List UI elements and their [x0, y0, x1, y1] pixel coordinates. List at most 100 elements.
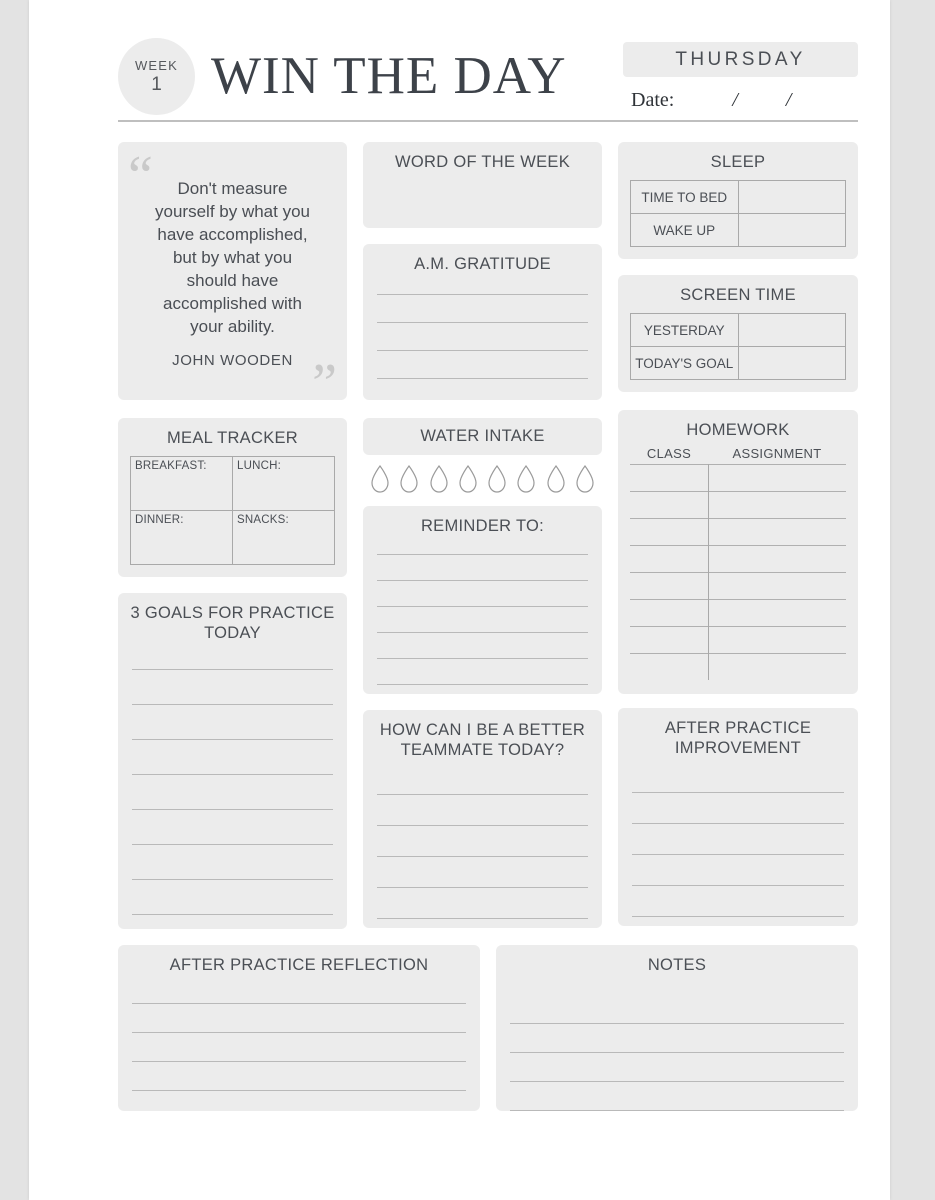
after-practice-reflection-title: AFTER PRACTICE REFLECTION [169, 956, 429, 974]
write-line[interactable] [632, 885, 844, 886]
write-line[interactable] [632, 792, 844, 793]
goals-lines[interactable] [130, 669, 335, 915]
water-intake-title: WATER INTAKE [420, 427, 545, 445]
write-line[interactable] [377, 350, 588, 351]
meal-cell-lunch[interactable]: LUNCH: [232, 456, 335, 511]
week-label: WEEK [134, 57, 179, 73]
write-line[interactable] [132, 809, 333, 810]
write-line[interactable] [377, 887, 588, 888]
screen-time-table: YESTERDAY TODAY'S GOAL [630, 313, 846, 380]
homework-column-divider [708, 464, 709, 680]
goals-card: 3 GOALS FOR PRACTICE TODAY [118, 593, 347, 929]
table-row: WAKE UP [630, 213, 846, 247]
write-line[interactable] [132, 669, 333, 670]
write-line[interactable] [377, 856, 588, 857]
screen-time-row-label: TODAY'S GOAL [630, 346, 739, 380]
screen-time-row-value[interactable] [737, 313, 846, 347]
screenshot-viewport: WEEK 1 WIN THE DAY THURSDAY Date: / / “ [0, 0, 935, 1200]
word-of-the-week-card[interactable]: WORD OF THE WEEK [363, 142, 602, 228]
table-row: TIME TO BED [630, 180, 846, 214]
date-field-row: Date: / / [623, 85, 858, 115]
table-row[interactable] [630, 491, 846, 518]
water-droplet-icon[interactable] [515, 464, 537, 494]
goals-title: 3 GOALS FOR PRACTICE TODAY [130, 604, 335, 642]
water-droplet-icon[interactable] [486, 464, 508, 494]
write-line[interactable] [132, 1032, 466, 1033]
notes-lines[interactable] [508, 1023, 846, 1111]
write-line[interactable] [132, 879, 333, 880]
planner-page: WEEK 1 WIN THE DAY THURSDAY Date: / / “ [29, 0, 890, 1200]
write-line[interactable] [510, 1110, 844, 1111]
sleep-row-value[interactable] [737, 180, 846, 214]
write-line[interactable] [377, 554, 588, 555]
water-droplet-icon[interactable] [398, 464, 420, 494]
table-row: TODAY'S GOAL [630, 346, 846, 380]
screen-time-row-value[interactable] [737, 346, 846, 380]
water-droplet-icon[interactable] [428, 464, 450, 494]
table-row[interactable] [630, 572, 846, 599]
write-line[interactable] [132, 1003, 466, 1004]
write-line[interactable] [132, 914, 333, 915]
reminder-to-lines[interactable] [375, 554, 590, 685]
column-right: SLEEP TIME TO BED WAKE UP SCREEN TIME YE… [618, 142, 858, 929]
quote-card: “ ” Don't measure yourself by what you h… [118, 142, 347, 412]
homework-table: CLASS ASSIGNMENT [630, 446, 846, 680]
write-line[interactable] [132, 774, 333, 775]
page-header: WEEK 1 WIN THE DAY THURSDAY Date: / / [118, 30, 858, 122]
write-line[interactable] [632, 916, 844, 917]
sleep-row-label: WAKE UP [630, 213, 739, 247]
table-row[interactable] [630, 518, 846, 545]
write-line[interactable] [632, 854, 844, 855]
planner-grid: “ ” Don't measure yourself by what you h… [118, 142, 858, 929]
homework-rows [630, 464, 846, 680]
write-line[interactable] [510, 1081, 844, 1082]
column-middle: WORD OF THE WEEK A.M. GRATITUDE WATER IN… [363, 142, 602, 929]
water-droplet-icon[interactable] [545, 464, 567, 494]
write-line[interactable] [377, 658, 588, 659]
homework-column-assignment: ASSIGNMENT [732, 446, 822, 461]
after-practice-improvement-lines[interactable] [630, 792, 846, 917]
write-line[interactable] [132, 739, 333, 740]
write-line[interactable] [377, 294, 588, 295]
table-row[interactable] [630, 653, 846, 680]
table-row[interactable] [630, 626, 846, 653]
write-line[interactable] [632, 823, 844, 824]
meal-cell-breakfast[interactable]: BREAKFAST: [130, 456, 233, 511]
write-line[interactable] [377, 378, 588, 379]
water-droplet-row [363, 455, 602, 500]
table-row[interactable] [630, 599, 846, 626]
write-line[interactable] [132, 844, 333, 845]
water-droplet-icon[interactable] [574, 464, 596, 494]
write-line[interactable] [377, 606, 588, 607]
date-label: Date: [631, 88, 675, 111]
write-line[interactable] [132, 1090, 466, 1091]
meal-tracker-card: MEAL TRACKER BREAKFAST: LUNCH: DINNER: S… [118, 418, 347, 577]
write-line[interactable] [510, 1052, 844, 1053]
meal-cell-snacks[interactable]: SNACKS: [232, 510, 335, 565]
screen-time-title: SCREEN TIME [680, 286, 796, 304]
water-droplet-icon[interactable] [457, 464, 479, 494]
table-row[interactable] [630, 545, 846, 572]
meal-cell-dinner[interactable]: DINNER: [130, 510, 233, 565]
write-line[interactable] [377, 322, 588, 323]
water-droplet-icon[interactable] [369, 464, 391, 494]
sleep-row-value[interactable] [737, 213, 846, 247]
better-teammate-lines[interactable] [375, 794, 590, 919]
write-line[interactable] [377, 918, 588, 919]
am-gratitude-card: A.M. GRATITUDE [363, 244, 602, 400]
write-line[interactable] [377, 632, 588, 633]
write-line[interactable] [510, 1023, 844, 1024]
table-row[interactable] [630, 464, 846, 491]
write-line[interactable] [132, 1061, 466, 1062]
week-badge: WEEK 1 [118, 38, 195, 115]
after-practice-reflection-lines[interactable] [130, 1003, 468, 1091]
write-line[interactable] [377, 825, 588, 826]
word-of-the-week-title: WORD OF THE WEEK [395, 153, 570, 171]
write-line[interactable] [377, 684, 588, 685]
am-gratitude-lines[interactable] [375, 294, 590, 379]
write-line[interactable] [132, 704, 333, 705]
write-line[interactable] [377, 580, 588, 581]
sleep-table: TIME TO BED WAKE UP [630, 180, 846, 247]
write-line[interactable] [377, 794, 588, 795]
after-practice-reflection-card: AFTER PRACTICE REFLECTION [118, 945, 480, 1111]
